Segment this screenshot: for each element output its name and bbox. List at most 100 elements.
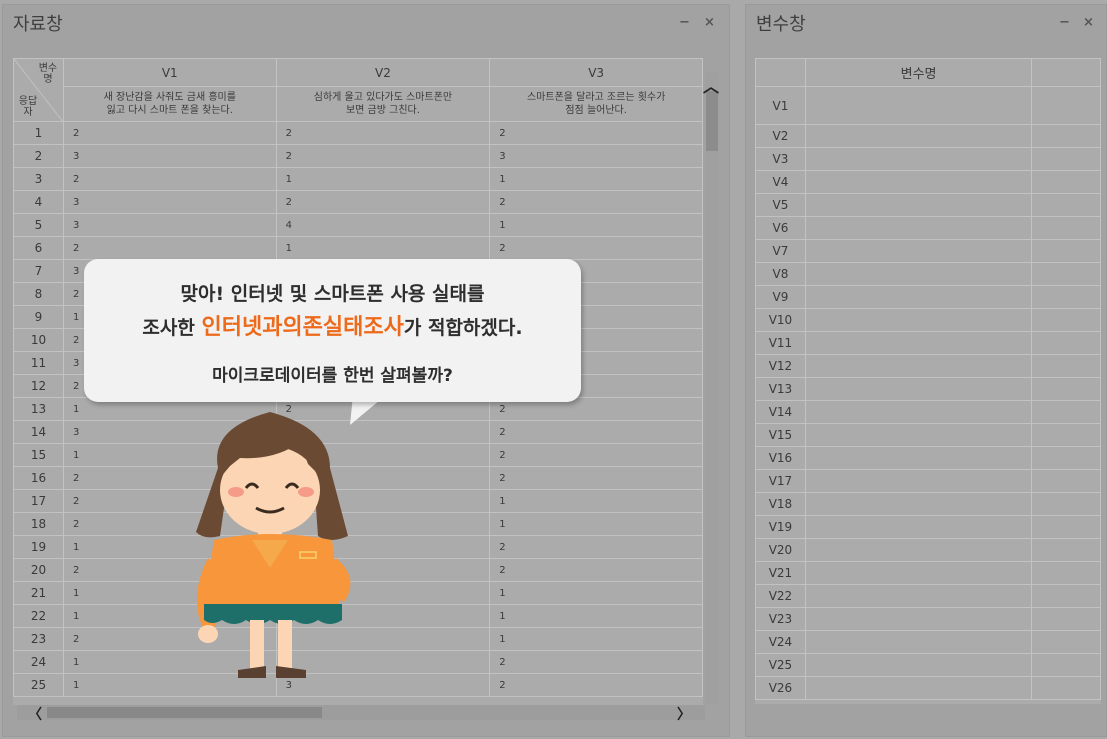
close-icon[interactable]: × xyxy=(704,16,715,29)
data-cell[interactable]: 2 xyxy=(489,420,703,444)
variable-row[interactable]: V9 xyxy=(755,285,1101,309)
variable-row[interactable]: V24 xyxy=(755,630,1101,654)
table-row: 6212 xyxy=(13,236,703,260)
variable-row[interactable]: V2 xyxy=(755,124,1101,148)
data-cell[interactable]: 3 xyxy=(489,144,703,168)
scroll-up-icon[interactable]: ︿ xyxy=(703,73,719,97)
data-cell[interactable]: 2 xyxy=(489,236,703,260)
variable-row[interactable]: V13 xyxy=(755,377,1101,401)
variable-name-cell[interactable] xyxy=(804,147,1033,171)
data-cell[interactable]: 3 xyxy=(62,213,277,237)
variable-name-cell[interactable] xyxy=(804,653,1033,677)
variable-row[interactable]: V10 xyxy=(755,308,1101,332)
horizontal-scrollbar[interactable] xyxy=(17,705,705,720)
data-cell[interactable]: 1 xyxy=(489,581,703,605)
variable-name-cell[interactable] xyxy=(804,331,1033,355)
variable-name-cell[interactable] xyxy=(804,584,1033,608)
data-cell[interactable]: 2 xyxy=(489,673,703,697)
data-cell[interactable]: 1 xyxy=(489,213,703,237)
data-cell[interactable]: 2 xyxy=(62,236,277,260)
minimize-icon[interactable]: − xyxy=(679,16,690,29)
variable-name-cell[interactable] xyxy=(804,285,1033,309)
data-cell[interactable]: 2 xyxy=(275,144,491,168)
variable-name-cell[interactable] xyxy=(804,469,1033,493)
variable-name-cell[interactable] xyxy=(804,262,1033,286)
scroll-right-icon[interactable]: 〉 xyxy=(677,704,691,724)
variable-name-cell[interactable] xyxy=(804,193,1033,217)
minimize-icon[interactable]: − xyxy=(1059,16,1070,29)
variable-name-cell[interactable] xyxy=(804,446,1033,470)
data-cell[interactable]: 4 xyxy=(275,213,491,237)
data-cell[interactable]: 1 xyxy=(489,167,703,191)
scroll-left-icon[interactable]: 〈 xyxy=(28,704,42,724)
variable-name-cell[interactable] xyxy=(804,354,1033,378)
data-cell[interactable]: 2 xyxy=(489,535,703,559)
horizontal-scroll-thumb[interactable] xyxy=(47,707,322,718)
variable-row[interactable]: V22 xyxy=(755,584,1101,608)
variable-row[interactable]: V4 xyxy=(755,170,1101,194)
data-cell[interactable]: 2 xyxy=(489,190,703,214)
variable-row[interactable]: V26 xyxy=(755,676,1101,700)
vertical-scrollbar[interactable] xyxy=(705,71,719,704)
variable-row[interactable]: V7 xyxy=(755,239,1101,263)
column-header-v2[interactable]: V2 xyxy=(275,58,491,87)
variable-row[interactable]: V14 xyxy=(755,400,1101,424)
data-cell[interactable]: 2 xyxy=(489,443,703,467)
variable-row[interactable]: V12 xyxy=(755,354,1101,378)
variable-row[interactable]: V20 xyxy=(755,538,1101,562)
variable-row[interactable]: V15 xyxy=(755,423,1101,447)
variable-row[interactable]: V21 xyxy=(755,561,1101,585)
data-cell[interactable]: 2 xyxy=(489,466,703,490)
variable-name-cell[interactable] xyxy=(804,492,1033,516)
variable-name-cell[interactable] xyxy=(804,308,1033,332)
data-cell[interactable]: 2 xyxy=(489,121,703,145)
data-cell[interactable]: 2 xyxy=(275,190,491,214)
data-cell[interactable]: 2 xyxy=(62,167,277,191)
data-cell[interactable]: 3 xyxy=(62,190,277,214)
data-cell[interactable]: 2 xyxy=(275,121,491,145)
variable-row[interactable]: V18 xyxy=(755,492,1101,516)
data-cell[interactable]: 1 xyxy=(275,167,491,191)
column-header-v3[interactable]: V3 xyxy=(489,58,703,87)
column-header-v1[interactable]: V1 xyxy=(62,58,277,87)
variable-row[interactable]: V5 xyxy=(755,193,1101,217)
variable-row[interactable]: V19 xyxy=(755,515,1101,539)
variable-name-cell[interactable] xyxy=(804,239,1033,263)
variable-name-cell[interactable] xyxy=(804,630,1033,654)
variable-name-cell[interactable] xyxy=(804,377,1033,401)
variable-name-cell[interactable] xyxy=(804,86,1033,125)
variable-name-cell[interactable] xyxy=(804,124,1033,148)
variable-name-cell[interactable] xyxy=(804,538,1033,562)
variable-name-cell[interactable] xyxy=(804,607,1033,631)
variable-extra-cell xyxy=(1031,354,1101,378)
variable-name-cell[interactable] xyxy=(804,561,1033,585)
data-cell[interactable]: 2 xyxy=(489,650,703,674)
variable-row[interactable]: V23 xyxy=(755,607,1101,631)
data-cell[interactable]: 1 xyxy=(489,489,703,513)
close-icon[interactable]: × xyxy=(1083,16,1094,29)
row-number: 2 xyxy=(13,144,64,168)
variable-name-cell[interactable] xyxy=(804,515,1033,539)
data-cell[interactable]: 2 xyxy=(489,558,703,582)
data-cell[interactable]: 1 xyxy=(489,627,703,651)
variable-name-cell[interactable] xyxy=(804,423,1033,447)
data-cell[interactable]: 1 xyxy=(489,604,703,628)
data-cell[interactable]: 3 xyxy=(62,144,277,168)
variable-name-cell[interactable] xyxy=(804,170,1033,194)
data-cell[interactable]: 1 xyxy=(275,236,491,260)
vertical-scroll-thumb[interactable] xyxy=(706,91,718,151)
data-cell[interactable]: 2 xyxy=(62,121,277,145)
variable-name-cell[interactable] xyxy=(804,216,1033,240)
variable-row[interactable]: V8 xyxy=(755,262,1101,286)
variable-row[interactable]: V1 xyxy=(755,86,1101,125)
variable-name-cell[interactable] xyxy=(804,676,1033,700)
variable-row[interactable]: V11 xyxy=(755,331,1101,355)
variable-extra-cell xyxy=(1031,446,1101,470)
variable-name-cell[interactable] xyxy=(804,400,1033,424)
variable-row[interactable]: V25 xyxy=(755,653,1101,677)
variable-row[interactable]: V3 xyxy=(755,147,1101,171)
data-cell[interactable]: 1 xyxy=(489,512,703,536)
variable-row[interactable]: V17 xyxy=(755,469,1101,493)
variable-row[interactable]: V16 xyxy=(755,446,1101,470)
variable-row[interactable]: V6 xyxy=(755,216,1101,240)
